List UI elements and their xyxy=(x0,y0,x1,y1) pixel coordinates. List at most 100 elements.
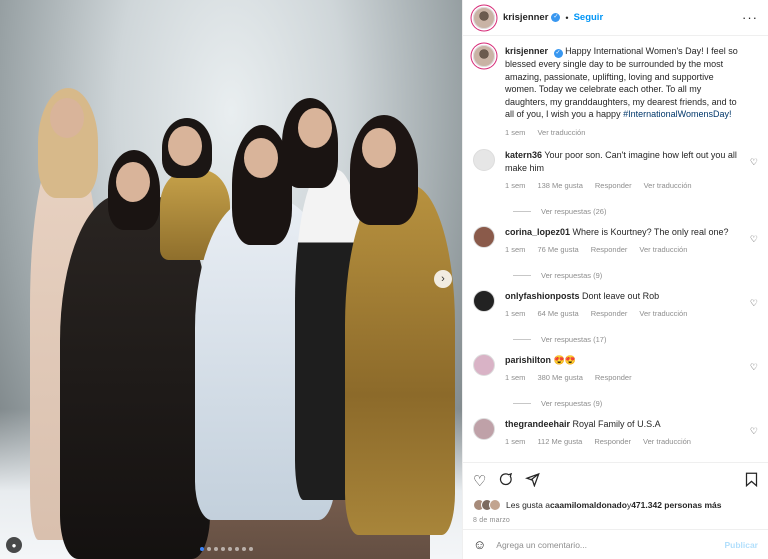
comment-likes[interactable]: 112 Me gusta xyxy=(537,436,582,449)
caption-hashtag[interactable]: #InternationalWomensDay! xyxy=(623,109,731,119)
avatar[interactable] xyxy=(473,149,495,171)
post-date[interactable]: 8 de marzo xyxy=(473,517,758,524)
carousel-dot[interactable] xyxy=(228,547,232,551)
view-replies-button[interactable]: Ver respuestas (9) xyxy=(513,399,758,408)
comment-username[interactable]: katern36 xyxy=(505,150,542,160)
post-header: krisjenner ✓ • Seguir ··· xyxy=(463,0,768,36)
avatar[interactable] xyxy=(473,353,495,376)
comment-time[interactable]: 1 sem xyxy=(505,308,525,321)
reply-button[interactable]: Responder xyxy=(591,308,628,321)
comment-icon[interactable] xyxy=(498,472,513,490)
tag-user-icon[interactable]: ● xyxy=(6,537,22,553)
caption-time[interactable]: 1 sem xyxy=(505,127,525,140)
comment-meta: 1 sem 76 Me gusta Responder Ver traducción xyxy=(505,244,742,257)
caption-translate[interactable]: Ver traducción xyxy=(537,127,585,140)
view-replies-label[interactable]: Ver respuestas (9) xyxy=(541,399,602,408)
avatar[interactable] xyxy=(473,6,495,29)
comment-time[interactable]: 1 sem xyxy=(505,372,525,385)
translate-button[interactable]: Ver traducción xyxy=(644,180,692,193)
comment-likes[interactable]: 380 Me gusta xyxy=(537,372,582,385)
comment-input[interactable] xyxy=(496,539,715,550)
comment-body: thegrandeehair Royal Family of U.S.A 1 se… xyxy=(505,418,758,449)
carousel-dot[interactable] xyxy=(207,547,211,551)
comment-text: Dont leave out Rob xyxy=(582,290,660,301)
carousel-dot[interactable] xyxy=(221,547,225,551)
liker-avatar[interactable] xyxy=(489,499,501,511)
view-replies-button[interactable]: Ver respuestas (26) xyxy=(513,207,758,216)
comment-text: 😍😍 xyxy=(553,354,576,365)
figure-1-head xyxy=(50,98,84,138)
comments-list[interactable]: krisjenner ✓ Happy International Women's… xyxy=(463,37,768,462)
comment-username[interactable]: thegrandeehair xyxy=(505,419,570,429)
carousel-dot[interactable] xyxy=(214,547,218,551)
comment-likes[interactable]: 76 Me gusta xyxy=(537,244,578,257)
view-replies-label[interactable]: Ver respuestas (17) xyxy=(541,335,606,344)
comment-likes[interactable]: 138 Me gusta xyxy=(537,180,582,193)
carousel-dot[interactable] xyxy=(242,547,246,551)
share-icon[interactable] xyxy=(525,472,541,490)
heart-icon[interactable]: ♡ xyxy=(473,474,486,489)
translate-button[interactable]: Ver traducción xyxy=(643,436,691,449)
reply-button[interactable]: Responder xyxy=(595,180,632,193)
comment: corina_lopez01 Where is Kourtney? The on… xyxy=(473,225,758,257)
reply-button[interactable]: Responder xyxy=(591,244,628,257)
replies-line xyxy=(513,210,531,212)
reply-button[interactable]: Responder xyxy=(595,372,632,385)
heart-icon[interactable]: ♡ xyxy=(750,362,758,373)
comment-container: katern36 Your poor son. Can't imagine ho… xyxy=(473,149,758,462)
figure-2-head xyxy=(116,162,150,202)
comment-username[interactable]: corina_lopez01 xyxy=(505,227,570,237)
comment-meta: 1 sem 138 Me gusta Responder Ver traducción xyxy=(505,180,742,193)
comment-likes[interactable]: 64 Me gusta xyxy=(537,308,578,321)
comment-username[interactable]: onlyfashionposts xyxy=(505,291,580,301)
heart-icon[interactable]: ♡ xyxy=(750,157,758,168)
avatar[interactable] xyxy=(473,417,495,440)
translate-button[interactable]: Ver traducción xyxy=(639,244,687,257)
heart-icon[interactable]: ♡ xyxy=(750,298,758,309)
translate-button[interactable]: Ver traducción xyxy=(639,308,687,321)
view-replies-button[interactable]: Ver respuestas (9) xyxy=(513,271,758,280)
header-username[interactable]: krisjenner xyxy=(503,12,548,23)
comment-meta: 1 sem 64 Me gusta Responder Ver traducción xyxy=(505,308,742,321)
carousel-dot[interactable] xyxy=(249,547,253,551)
replies-line xyxy=(513,338,531,340)
caption-username[interactable]: krisjenner xyxy=(505,46,548,56)
carousel-dot[interactable] xyxy=(200,547,204,551)
add-comment-bar: ☺ Publicar xyxy=(463,529,768,559)
avatar[interactable] xyxy=(473,45,495,67)
likes-count[interactable]: 471.342 personas más xyxy=(631,500,721,510)
comment-time[interactable]: 1 sem xyxy=(505,244,525,257)
more-icon[interactable]: ··· xyxy=(742,10,758,25)
comment-body: parishilton 😍😍 1 sem 380 Me gusta Responder xyxy=(505,354,758,385)
follow-button[interactable]: Seguir xyxy=(574,12,604,23)
caption-body: krisjenner ✓ Happy International Women's… xyxy=(505,45,758,139)
avatar[interactable] xyxy=(473,289,495,312)
replies-line xyxy=(513,402,531,404)
figure-6 xyxy=(345,185,455,535)
comment-body: corina_lopez01 Where is Kourtney? The on… xyxy=(505,226,758,257)
comment: onlyfashionposts Dont leave out Rob 1 sem… xyxy=(473,289,758,321)
heart-icon[interactable]: ♡ xyxy=(750,426,758,437)
comment-username[interactable]: parishilton xyxy=(505,355,551,365)
comment-time[interactable]: 1 sem xyxy=(505,180,525,193)
heart-icon[interactable]: ♡ xyxy=(750,234,758,245)
chevron-right-icon[interactable]: › xyxy=(434,270,452,288)
reply-button[interactable]: Responder xyxy=(594,436,631,449)
view-replies-button[interactable]: Ver respuestas (17) xyxy=(513,335,758,344)
likes-user[interactable]: caamilomaldonado xyxy=(550,500,627,510)
publish-button[interactable]: Publicar xyxy=(724,540,758,550)
view-replies-label[interactable]: Ver respuestas (26) xyxy=(541,207,606,216)
comment-time[interactable]: 1 sem xyxy=(505,436,525,449)
comment-body: onlyfashionposts Dont leave out Rob 1 sem… xyxy=(505,290,758,321)
emoji-icon[interactable]: ☺ xyxy=(473,537,486,552)
bookmark-icon[interactable] xyxy=(745,472,758,490)
view-replies-label[interactable]: Ver respuestas (9) xyxy=(541,271,602,280)
carousel-dot[interactable] xyxy=(235,547,239,551)
figure-5-head xyxy=(298,108,332,148)
post-photo[interactable]: › ● xyxy=(0,0,462,559)
caption: krisjenner ✓ Happy International Women's… xyxy=(473,45,758,139)
avatar[interactable] xyxy=(473,225,495,248)
comment-text: Royal Family of U.S.A xyxy=(572,418,661,429)
comment-body: katern36 Your poor son. Can't imagine ho… xyxy=(505,149,758,193)
comment-text: Where is Kourtney? The only real one? xyxy=(572,226,729,237)
